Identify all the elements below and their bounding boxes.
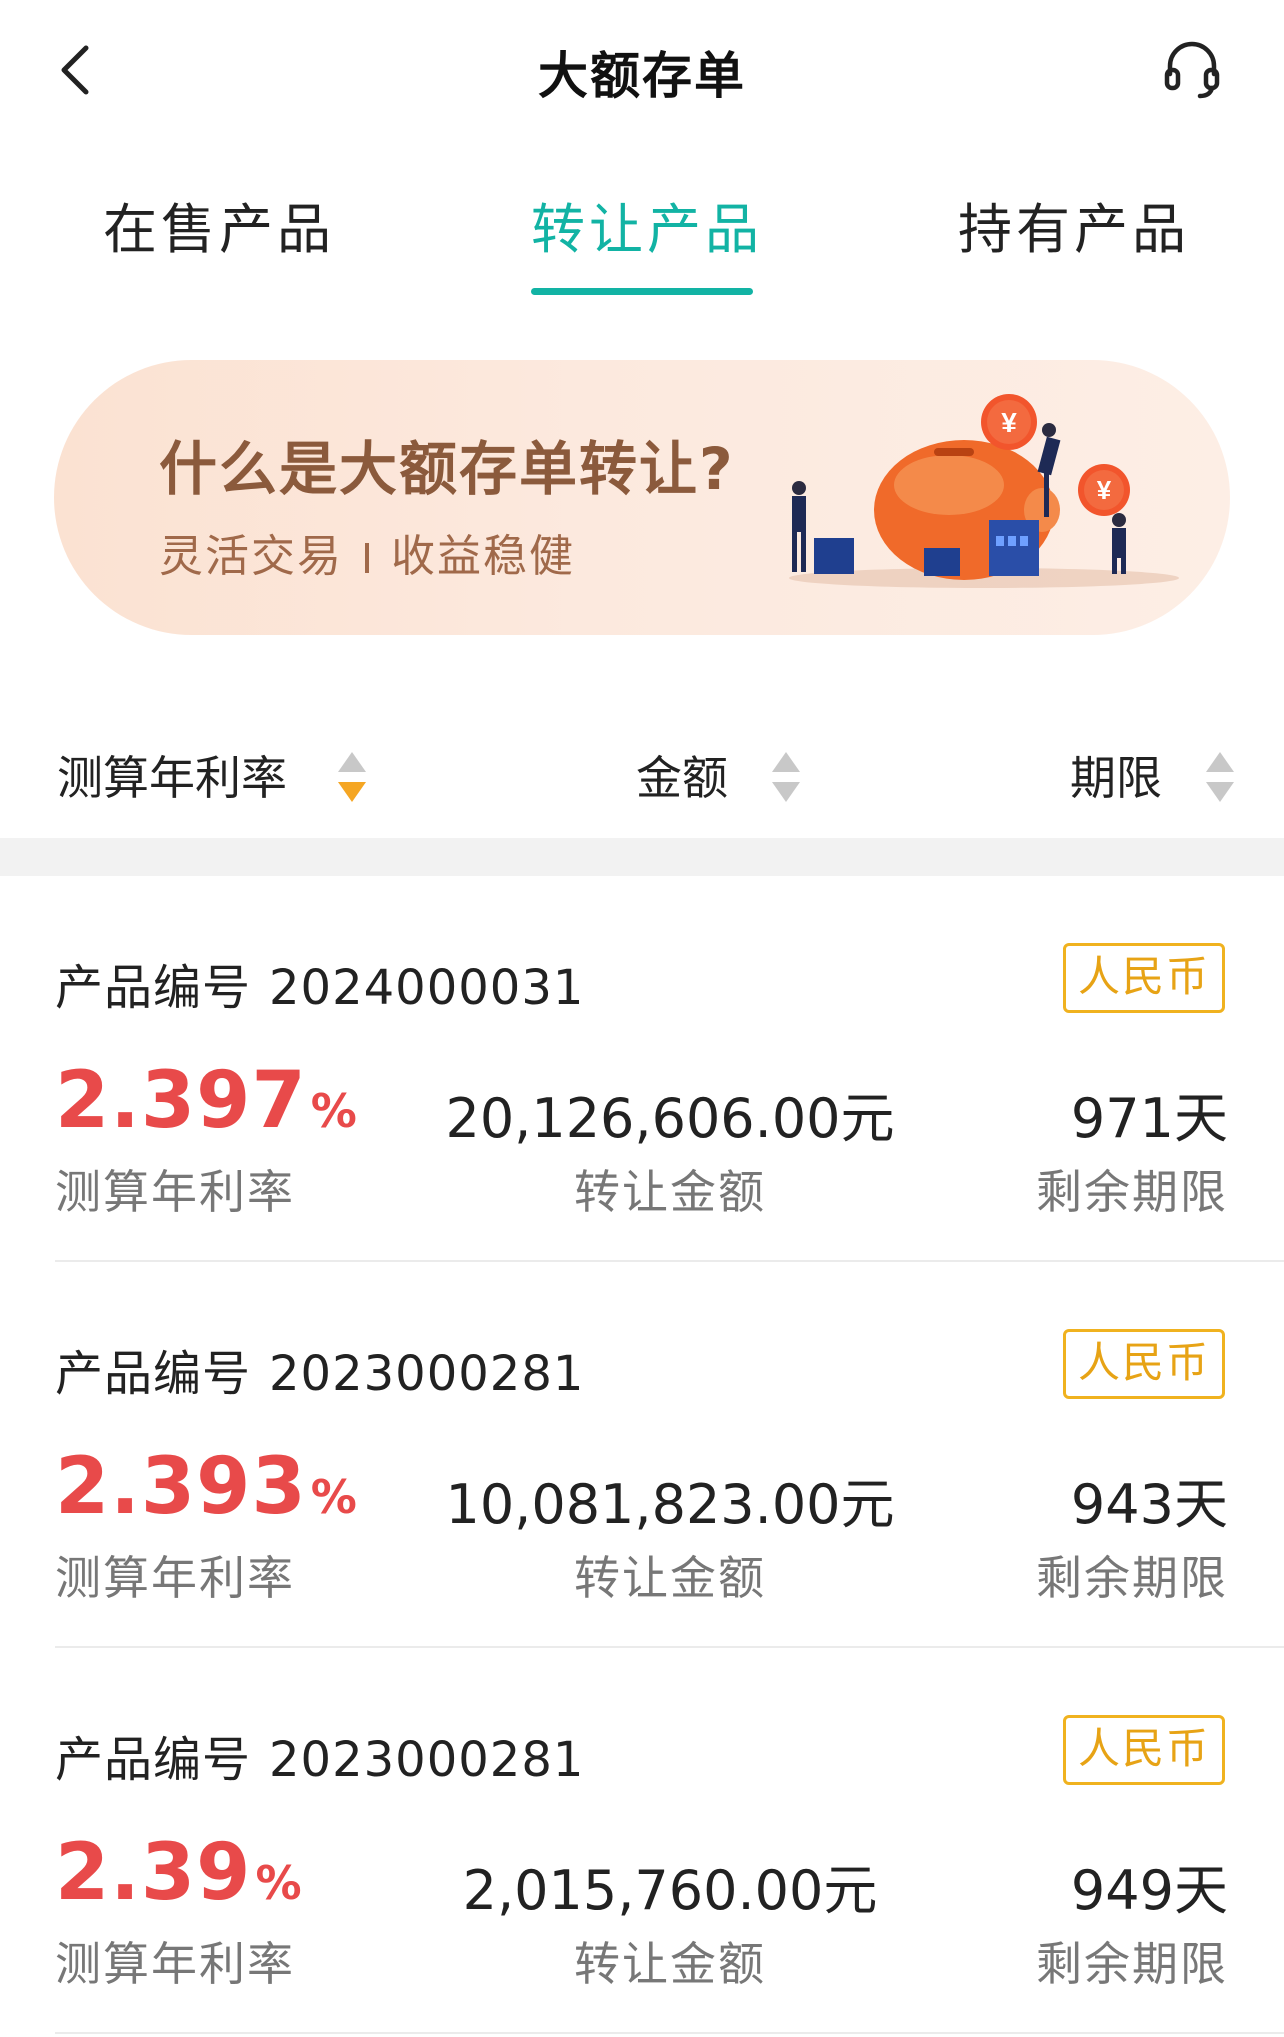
- currency-badge: 人民币: [1063, 943, 1225, 1013]
- product-code-number: 2024000031: [269, 960, 585, 1016]
- tab-transfer[interactable]: 转让产品: [531, 185, 763, 264]
- rate-label: 测算年利率: [55, 1551, 295, 1605]
- rate-label: 测算年利率: [55, 1165, 295, 1219]
- product-card[interactable]: 产品编号 2024000031 人民币 2.397% 测算年利率 20,126,6…: [0, 876, 1284, 1262]
- product-code-number: 2023000281: [269, 1732, 585, 1788]
- rate-value: 2.397%: [55, 1056, 357, 1146]
- transfer-amount-label: 转让金额: [574, 1551, 766, 1605]
- row-divider: [55, 2032, 1284, 2034]
- rate-label: 测算年利率: [55, 1937, 295, 1991]
- promo-banner[interactable]: 什么是大额存单转让? 灵活交易 收益稳健 ¥ ¥: [54, 360, 1230, 635]
- rate-value: 2.393%: [55, 1442, 357, 1532]
- sort-amount-arrows-icon: [772, 752, 800, 802]
- transfer-amount-label: 转让金额: [574, 1165, 766, 1219]
- remaining-term: 971天: [1070, 1087, 1228, 1150]
- sort-rate-label: 测算年利率: [57, 751, 287, 805]
- remaining-term-label: 剩余期限: [1036, 1165, 1228, 1219]
- coin-symbol: ¥: [1001, 407, 1017, 438]
- transfer-amount: 20,126,606.00元: [445, 1087, 895, 1150]
- rate-value: 2.39%: [55, 1828, 302, 1918]
- rate-unit: %: [255, 1856, 302, 1910]
- product-code-number: 2023000281: [269, 1346, 585, 1402]
- rate-number: 2.39: [55, 1828, 252, 1918]
- sort-rate-arrows-icon: [338, 752, 366, 802]
- product-card[interactable]: 产品编号 2023000281 人民币 2.393% 测算年利率 10,081,8…: [0, 1262, 1284, 1648]
- banner-sub-left: 灵活交易: [159, 531, 343, 582]
- tab-holding[interactable]: 持有产品: [958, 185, 1190, 264]
- remaining-term: 943天: [1070, 1473, 1228, 1536]
- transfer-amount: 2,015,760.00元: [462, 1859, 878, 1922]
- sort-term-label: 期限: [1070, 751, 1162, 805]
- product-card[interactable]: 产品编号 2023000281 人民币 2.39% 测算年利率 2,015,760…: [0, 1648, 1284, 2034]
- banner-separator: [365, 543, 369, 573]
- tab-on-sale[interactable]: 在售产品: [103, 185, 335, 264]
- currency-badge: 人民币: [1063, 1329, 1225, 1399]
- rate-unit: %: [310, 1470, 357, 1524]
- sort-bar: 测算年利率 金额 期限: [0, 720, 1284, 840]
- product-code-label: 产品编号: [55, 1732, 252, 1788]
- sort-by-rate[interactable]: 测算年利率: [57, 742, 287, 808]
- transfer-amount: 10,081,823.00元: [445, 1473, 895, 1536]
- tab-bar: 在售产品 转让产品 持有产品: [0, 175, 1284, 300]
- sort-amount-label: 金额: [636, 751, 728, 805]
- coin-symbol: ¥: [1097, 475, 1112, 505]
- sort-by-term[interactable]: 期限: [1070, 742, 1162, 808]
- remaining-term-label: 剩余期限: [1036, 1937, 1228, 1991]
- section-divider: [0, 838, 1284, 876]
- product-code: 产品编号 2024000031: [55, 948, 584, 1018]
- rate-unit: %: [310, 1084, 357, 1138]
- product-code: 产品编号 2023000281: [55, 1334, 584, 1404]
- banner-sub-right: 收益稳健: [391, 531, 575, 582]
- banner-title: 什么是大额存单转让?: [159, 435, 735, 503]
- remaining-term: 949天: [1070, 1859, 1228, 1922]
- transfer-amount-label: 转让金额: [574, 1937, 766, 1991]
- currency-badge: 人民币: [1063, 1715, 1225, 1785]
- product-code-label: 产品编号: [55, 960, 252, 1016]
- remaining-term-label: 剩余期限: [1036, 1551, 1228, 1605]
- headset-icon: [1164, 41, 1220, 99]
- rate-number: 2.393: [55, 1442, 307, 1532]
- product-code: 产品编号 2023000281: [55, 1720, 584, 1790]
- nav-header: 大额存单: [0, 0, 1284, 140]
- banner-subtitle: 灵活交易 收益稳健: [159, 520, 575, 584]
- page-title: 大额存单: [538, 47, 746, 105]
- sort-term-arrows-icon: [1206, 752, 1234, 802]
- piggy-bank-illustration-icon: ¥ ¥: [789, 394, 1179, 588]
- customer-service-button[interactable]: [1160, 36, 1224, 100]
- active-tab-indicator: [531, 288, 753, 295]
- sort-by-amount[interactable]: 金额: [636, 742, 728, 808]
- rate-number: 2.397: [55, 1056, 307, 1146]
- product-code-label: 产品编号: [55, 1346, 252, 1402]
